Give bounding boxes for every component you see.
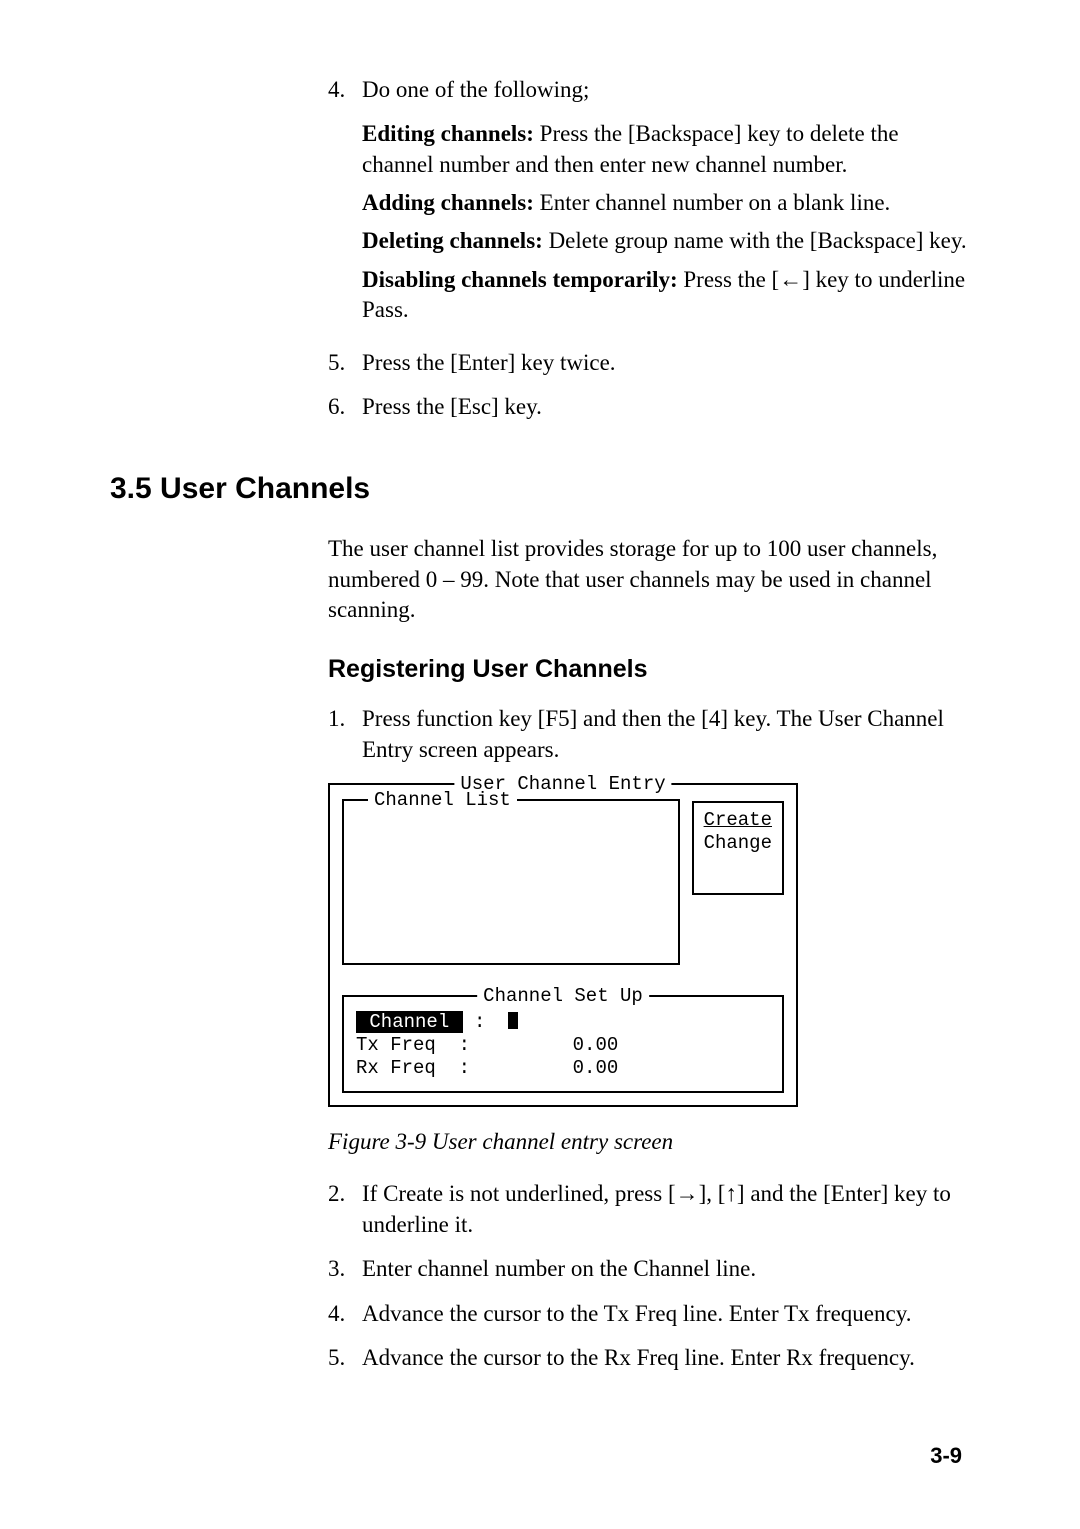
outer-frame: User Channel Entry Channel List Create C… [328,783,798,1107]
list-body: If Create is not underlined, press [→], … [362,1179,970,1240]
step-3: 3. Enter channel number on the Channel l… [328,1254,970,1284]
rx-freq-line[interactable]: Rx Freq : 0.00 [356,1057,770,1080]
subsection-heading: Registering User Channels [328,655,970,684]
sub-label: Disabling channels temporarily: [362,267,678,292]
list-body: Press function key [F5] and then the [4]… [362,704,970,765]
channel-list-frame: Channel List [342,799,680,965]
section-heading: 3.5 User Channels [110,472,970,506]
list-number: 5. [328,1343,362,1373]
list-body: Do one of the following; [362,75,970,105]
step-1: 1. Press function key [F5] and then the … [328,704,970,765]
colon: : [474,1011,485,1033]
tx-freq-line[interactable]: Tx Freq : 0.00 [356,1034,770,1057]
sub-label: Deleting channels: [362,228,543,253]
list-item-4: 4. Do one of the following; [328,75,970,105]
list-number: 4. [328,75,362,105]
top-row: Channel List Create Change [342,799,784,965]
side-menu: Create Change [692,801,784,895]
sub-deleting: Deleting channels: Delete group name wit… [362,226,970,256]
list-body: Press the [Enter] key twice. [362,348,970,378]
sub-label: Editing channels: [362,121,534,146]
list-number: 6. [328,392,362,422]
list-body: Advance the cursor to the Rx Freq line. … [362,1343,970,1373]
sub-text: Delete group name with the [Backspace] k… [543,228,967,253]
channel-setup-legend: Channel Set Up [477,985,649,1008]
channel-line: Channel : [356,1011,770,1034]
list-body: Press the [Esc] key. [362,392,970,422]
step-2: 2. If Create is not underlined, press [→… [328,1179,970,1240]
sub-editing: Editing channels: Press the [Backspace] … [362,119,970,180]
list-number: 2. [328,1179,362,1240]
sub-disabling: Disabling channels temporarily: Press th… [362,265,970,326]
sub-text: Enter channel number on a blank line. [534,190,890,215]
menu-change[interactable]: Change [704,832,772,855]
list-number: 4. [328,1299,362,1329]
page-number: 3-9 [110,1443,970,1469]
step-5: 5. Advance the cursor to the Rx Freq lin… [328,1343,970,1373]
channel-label-inverted: Channel [356,1011,463,1033]
list-number: 3. [328,1254,362,1284]
sub-adding: Adding channels: Enter channel number on… [362,188,970,218]
menu-create[interactable]: Create [704,809,772,832]
list-item-5: 5. Press the [Enter] key twice. [328,348,970,378]
intro-paragraph: The user channel list provides storage f… [328,534,970,625]
channel-setup-frame: Channel Set Up Channel : Tx Freq : 0.00 … [342,995,784,1093]
channel-list-legend: Channel List [368,789,517,812]
list-body: Enter channel number on the Channel line… [362,1254,970,1284]
user-channel-entry-screen: User Channel Entry Channel List Create C… [328,783,798,1107]
figure-caption: Figure 3-9 User channel entry screen [328,1129,970,1155]
step-4: 4. Advance the cursor to the Tx Freq lin… [328,1299,970,1329]
cursor-block-icon[interactable] [508,1012,518,1029]
list-item-6: 6. Press the [Esc] key. [328,392,970,422]
list-number: 5. [328,348,362,378]
page: 4. Do one of the following; Editing chan… [0,0,1080,1529]
list-number: 1. [328,704,362,765]
list-body: Advance the cursor to the Tx Freq line. … [362,1299,970,1329]
sub-label: Adding channels: [362,190,534,215]
section-body: The user channel list provides storage f… [328,534,970,1373]
top-list-block: 4. Do one of the following; Editing chan… [328,75,970,422]
